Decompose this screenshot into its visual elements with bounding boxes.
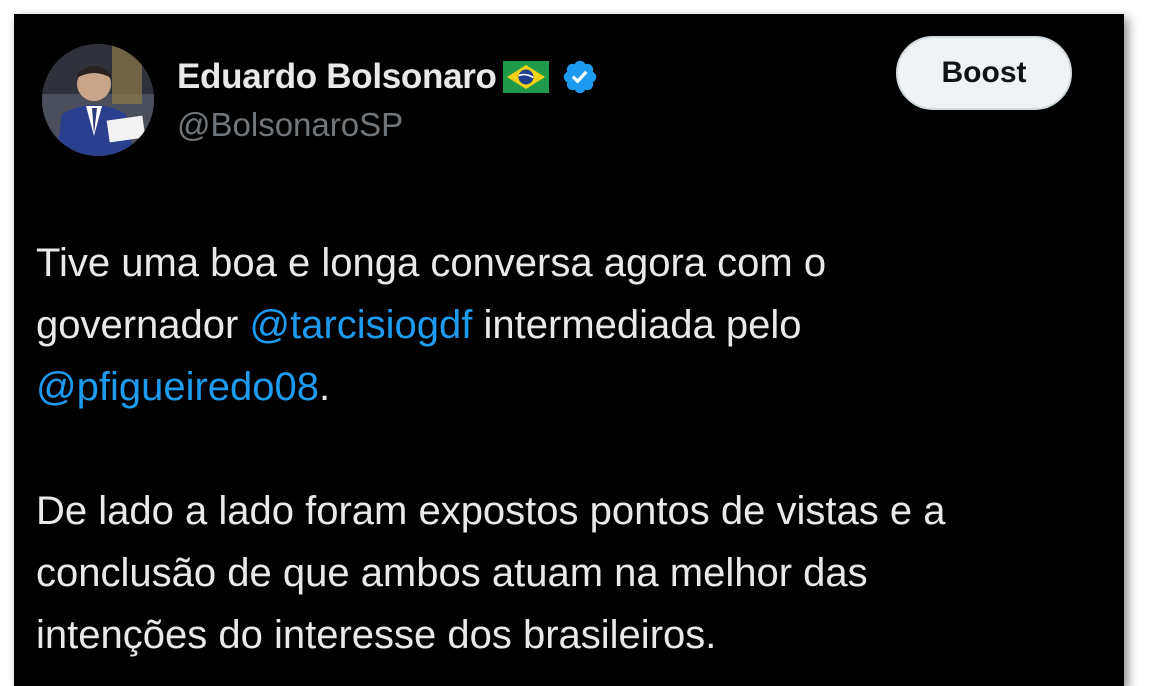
tweet-line: intermediada pelo	[472, 303, 802, 347]
tweet-line: intenções do interesse dos brasileiros.	[36, 613, 717, 657]
tweet-line: governador	[36, 303, 250, 347]
author-handle[interactable]: @BolsonaroSP	[177, 106, 403, 144]
mention-link-pfigueiredo08[interactable]: @pfigueiredo08	[36, 365, 319, 409]
tweet-card: Eduardo Bolsonaro @BolsonaroSP Boost Tiv…	[14, 14, 1124, 686]
author-name[interactable]: Eduardo Bolsonaro	[177, 57, 497, 97]
tweet-line: De lado a lado foram expostos pontos de …	[36, 489, 946, 533]
tweet-paragraph-1: Tive uma boa e longa conversa agora com …	[36, 232, 1111, 418]
brazil-flag-icon	[502, 61, 549, 93]
tweet-paragraph-2: De lado a lado foram expostos pontos de …	[36, 480, 1111, 666]
mention-link-tarcisiogdf[interactable]: @tarcisiogdf	[249, 303, 472, 347]
tweet-line: .	[319, 365, 331, 409]
author-name-row: Eduardo Bolsonaro	[177, 54, 599, 100]
tweet-line: conclusão de que ambos atuam na melhor d…	[36, 551, 868, 595]
boost-button[interactable]: Boost	[896, 36, 1072, 110]
tweet-line: Tive uma boa e longa conversa agora com …	[36, 241, 827, 285]
tweet-text: Tive uma boa e longa conversa agora com …	[36, 232, 1111, 666]
avatar[interactable]	[42, 44, 154, 156]
verified-badge-icon	[561, 58, 599, 96]
